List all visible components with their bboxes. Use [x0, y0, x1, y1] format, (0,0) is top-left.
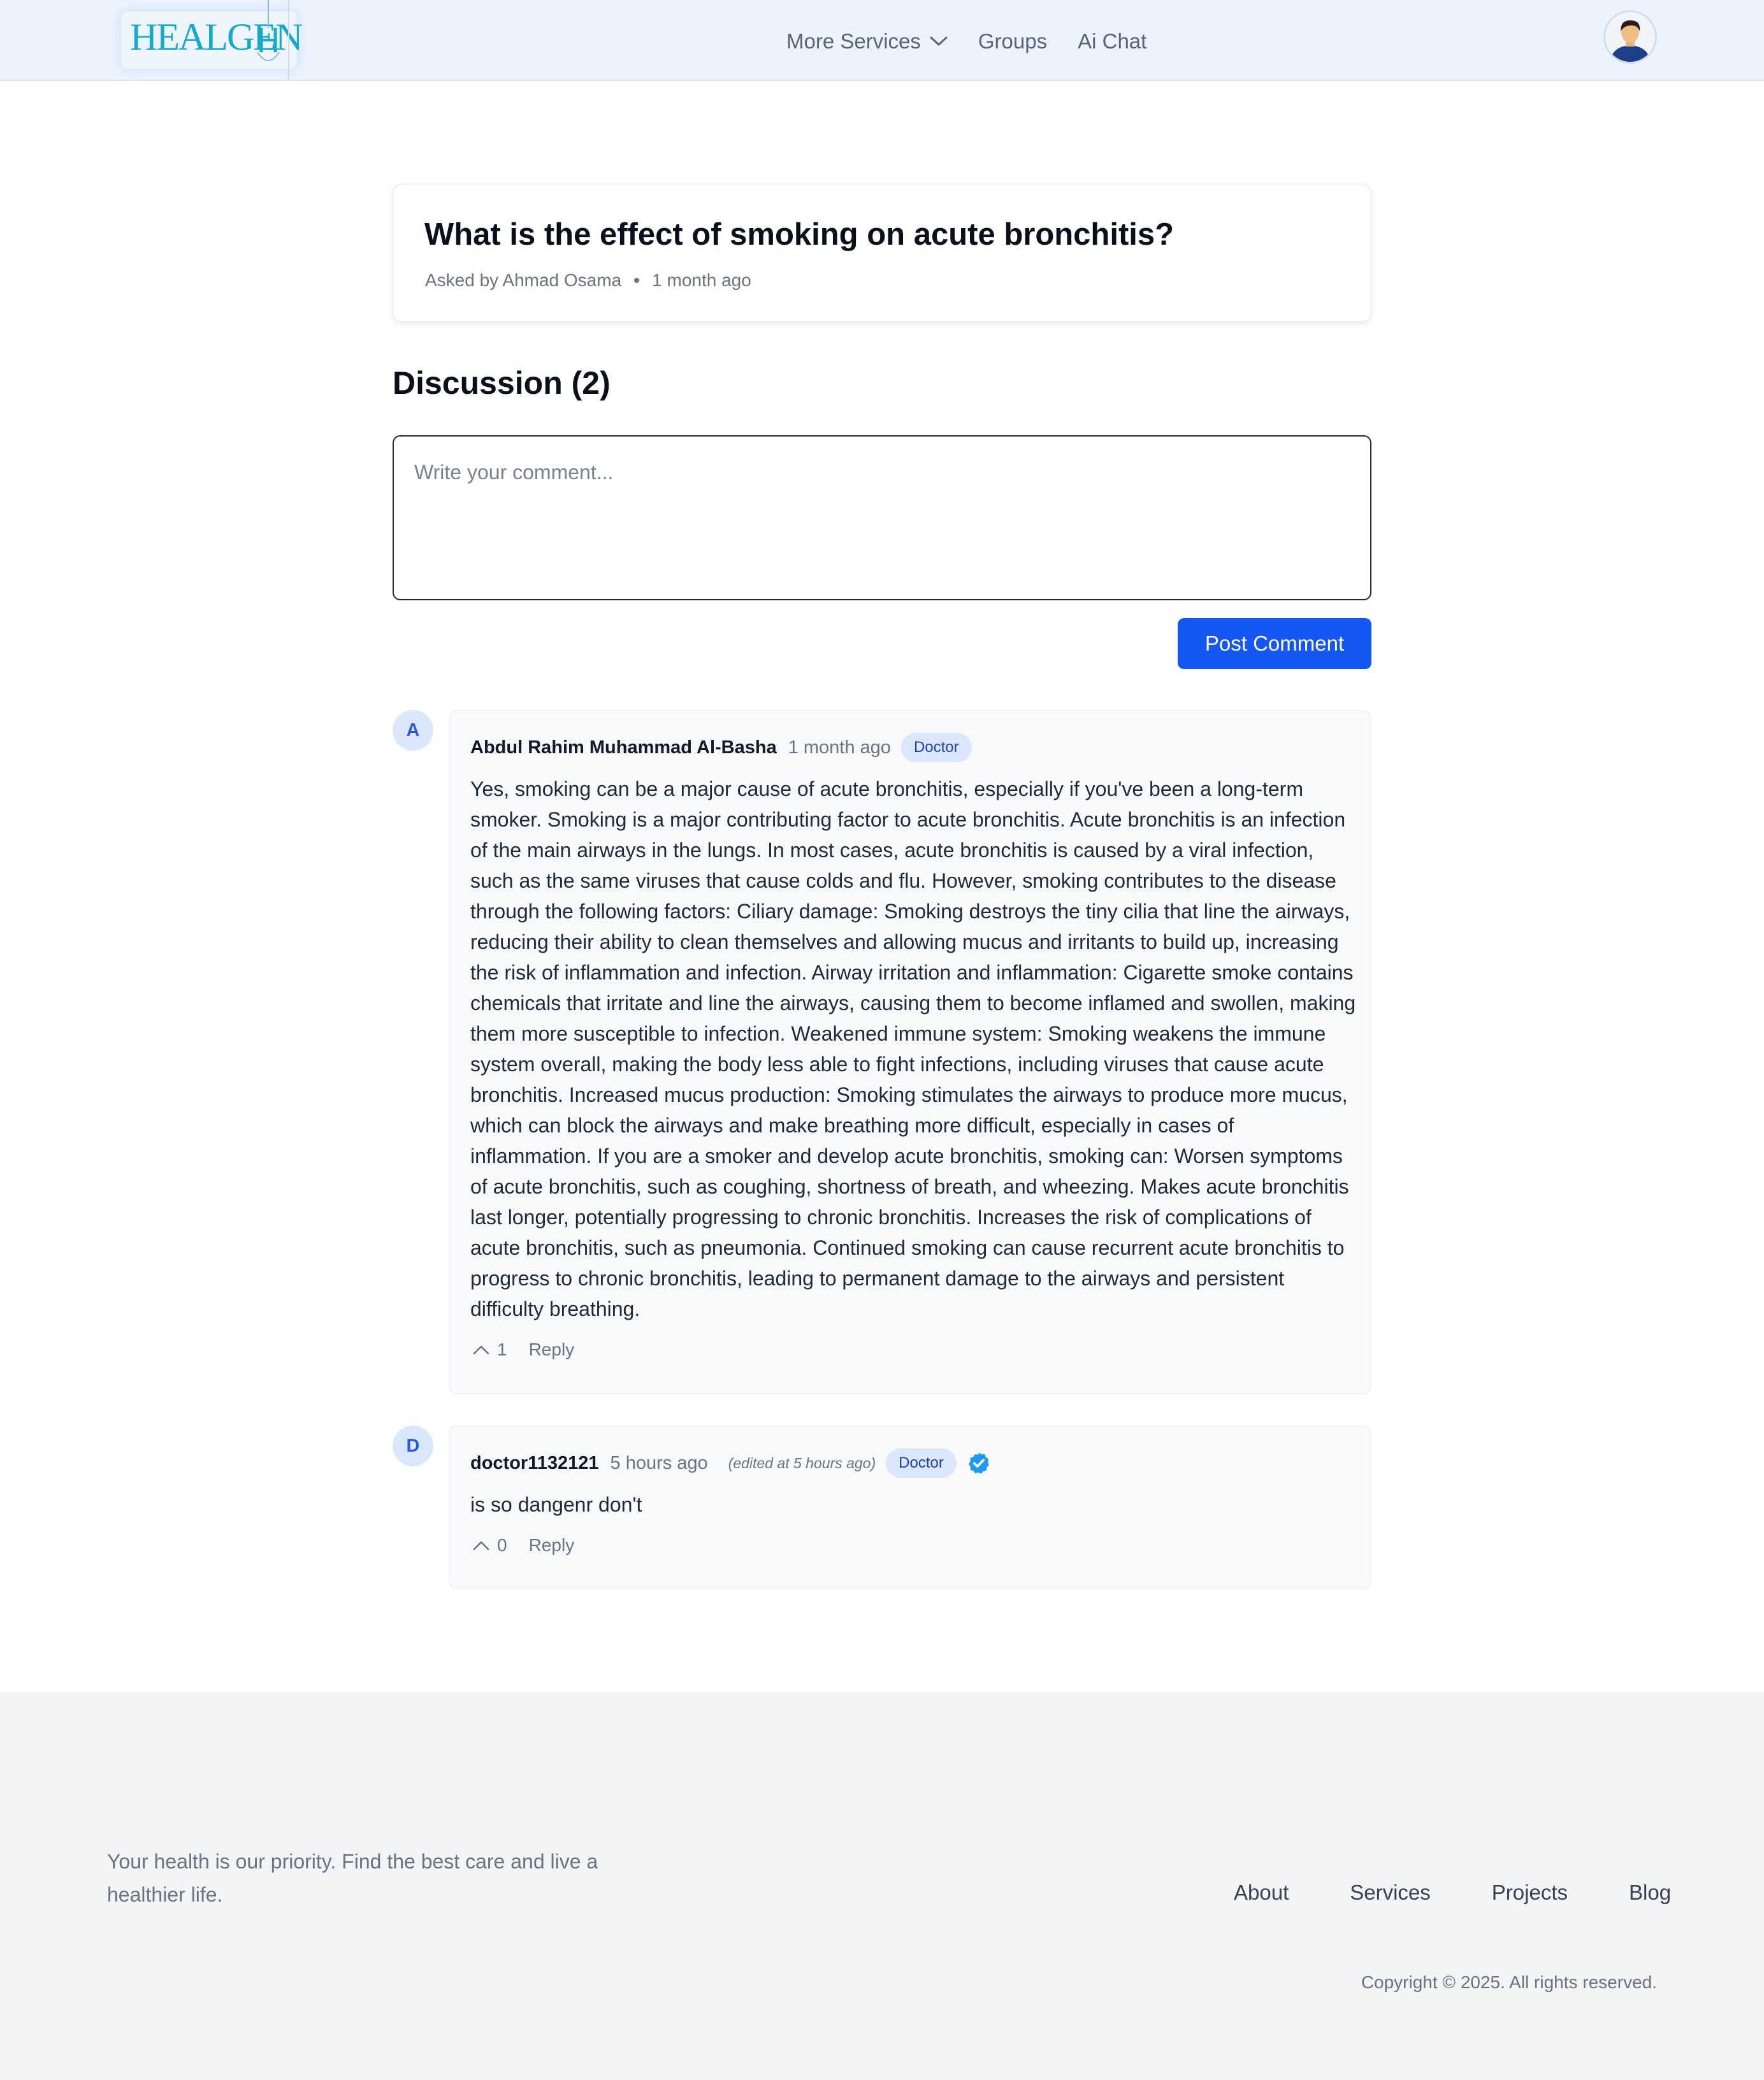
stethoscope-logo-icon: [257, 0, 280, 61]
nav-more-services-label: More Services: [786, 29, 921, 53]
question-title: What is the effect of smoking on acute b…: [424, 217, 1175, 252]
footer-link-about[interactable]: About: [1234, 1881, 1289, 1905]
meta-separator-dot: [634, 278, 640, 283]
comment-avatar: D: [393, 1426, 433, 1466]
footer-tagline: Your health is our priority. Find the be…: [107, 1850, 598, 1906]
user-avatar[interactable]: [1603, 10, 1657, 64]
comment-actions: 1 Reply: [473, 1340, 574, 1360]
doctor-badge: Doctor: [886, 1448, 957, 1478]
edited-label: (edited at 5 hours ago): [728, 1454, 876, 1471]
chevron-down-icon: [930, 36, 948, 46]
reply-button[interactable]: Reply: [529, 1340, 575, 1360]
comment-body: Yes, smoking can be a major cause of acu…: [470, 777, 1356, 1320]
comment-time: 5 hours ago: [610, 1452, 708, 1473]
footer-link-projects[interactable]: Projects: [1492, 1881, 1568, 1905]
comment-body: is so dangenr don't: [470, 1493, 642, 1516]
footer-link-services[interactable]: Services: [1350, 1881, 1431, 1905]
nav-groups[interactable]: Groups: [978, 29, 1047, 54]
discussion-title: Discussion (2): [393, 365, 611, 401]
comment-author[interactable]: doctor1132121: [470, 1453, 599, 1474]
footer-link-blog[interactable]: Blog: [1629, 1881, 1671, 1905]
question-author: Asked by Ahmad Osama: [425, 270, 622, 290]
top-navbar: HEALGEN More Services Groups Ai Chat: [0, 0, 1764, 81]
upvote-icon: [473, 1541, 489, 1550]
comment-card: doctor1132121 5 hours ago (edited at 5 h…: [449, 1426, 1371, 1589]
nav-ai-chat[interactable]: Ai Chat: [1078, 29, 1146, 54]
page-footer: Your health is our priority. Find the be…: [0, 1692, 1764, 2080]
doctor-badge: Doctor: [900, 733, 972, 762]
comment-card: Abdul Rahim Muhammad Al-Basha 1 month ag…: [449, 710, 1371, 1394]
upvote-button[interactable]: 0: [473, 1535, 507, 1556]
verified-icon: [967, 1451, 991, 1475]
comment-header: doctor1132121 5 hours ago (edited at 5 h…: [470, 1447, 991, 1479]
question-time: 1 month ago: [652, 270, 751, 290]
upvote-icon: [473, 1345, 489, 1355]
comment-actions: 0 Reply: [473, 1535, 574, 1556]
reply-button[interactable]: Reply: [529, 1535, 575, 1556]
question-meta: Asked by Ahmad Osama 1 month ago: [425, 270, 751, 291]
vote-count: 0: [497, 1535, 507, 1555]
comment-time: 1 month ago: [788, 737, 891, 758]
comment-author[interactable]: Abdul Rahim Muhammad Al-Basha: [470, 737, 777, 758]
upvote-button[interactable]: 1: [473, 1340, 507, 1360]
comment-header: Abdul Rahim Muhammad Al-Basha 1 month ag…: [470, 732, 972, 763]
nav-more-services[interactable]: More Services: [786, 29, 948, 54]
question-card: What is the effect of smoking on acute b…: [393, 184, 1371, 322]
post-comment-button[interactable]: Post Comment: [1178, 618, 1371, 669]
header-divider: [288, 0, 289, 80]
user-avatar-icon: [1605, 12, 1655, 62]
vote-count: 1: [497, 1340, 507, 1359]
healgen-logo[interactable]: HEALGEN: [121, 0, 303, 69]
footer-copyright: Copyright © 2025. All rights reserved.: [1361, 1972, 1657, 1992]
comment-input[interactable]: [393, 435, 1371, 600]
footer-links: About Services Projects Blog: [1234, 1881, 1671, 1905]
comment-avatar: A: [393, 710, 433, 751]
main-nav: More Services Groups Ai Chat: [786, 25, 1177, 57]
